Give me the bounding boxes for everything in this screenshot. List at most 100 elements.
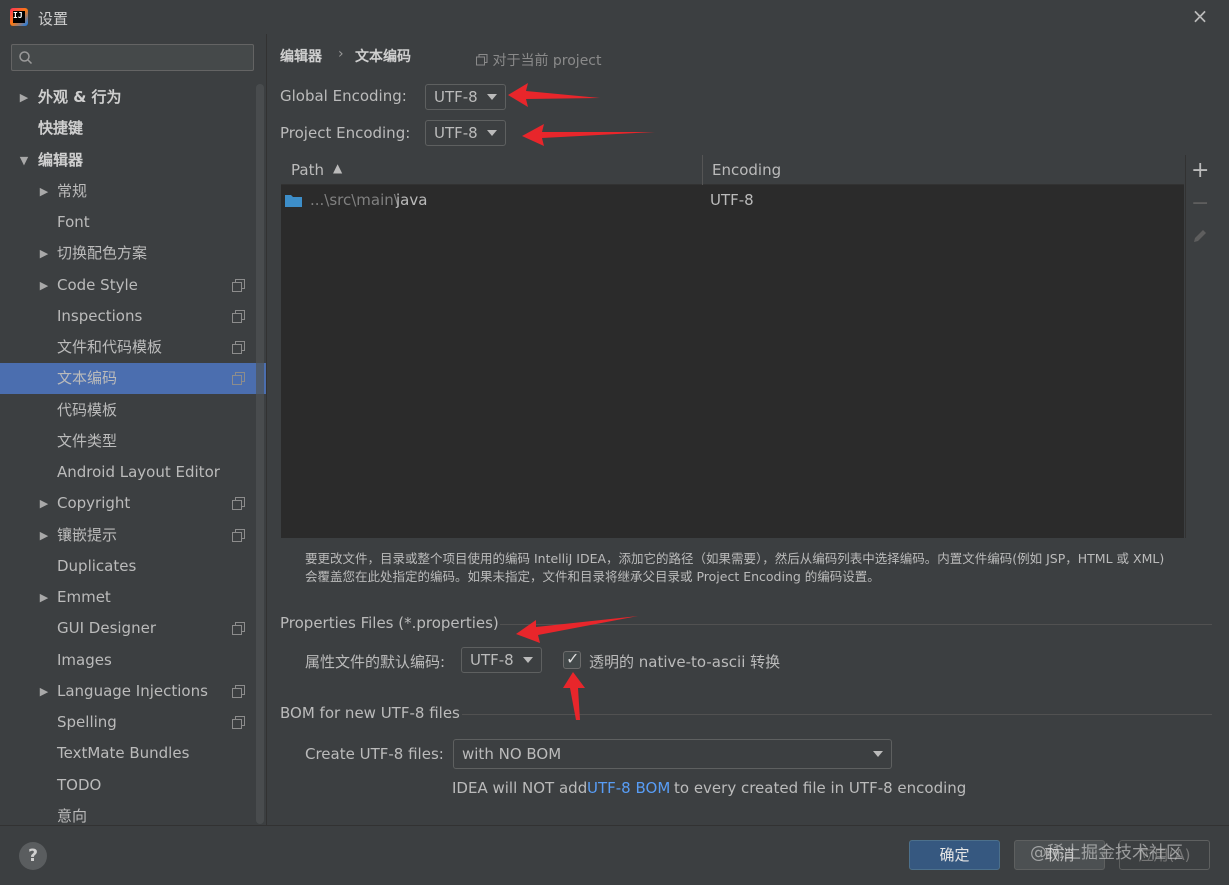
title-bar — [0, 0, 1229, 34]
sidebar-item-label: Inspections — [57, 307, 143, 325]
column-header-path[interactable]: Path — [291, 161, 324, 179]
sidebar-item[interactable]: TODO — [0, 770, 256, 801]
project-scope-icon — [232, 341, 245, 354]
edit-pencil-icon[interactable] — [1191, 227, 1209, 245]
collapsed-arrow-icon[interactable]: ▶ — [38, 676, 50, 707]
project-encoding-value: UTF-8 — [434, 124, 478, 142]
annotation-arrow-properties — [516, 616, 638, 643]
sidebar-item-label: Android Layout Editor — [57, 463, 220, 481]
column-header-encoding[interactable]: Encoding — [712, 161, 781, 179]
sidebar-item[interactable]: Inspections — [0, 301, 256, 332]
properties-encoding-value: UTF-8 — [470, 651, 514, 669]
breadcrumb-separator: › — [338, 46, 344, 62]
bom-section-title: BOM for new UTF-8 files — [280, 704, 460, 722]
search-input[interactable] — [11, 44, 254, 71]
annotation-arrow-checkbox — [563, 672, 585, 720]
sidebar-item[interactable]: 代码模板 — [0, 395, 256, 426]
row-encoding[interactable]: UTF-8 — [710, 191, 754, 209]
collapsed-arrow-icon[interactable]: ▶ — [18, 82, 30, 113]
utf8-bom-link[interactable]: UTF-8 BOM — [587, 779, 670, 797]
row-path-file[interactable]: java — [396, 191, 427, 209]
project-scope-icon — [232, 622, 245, 635]
sidebar-item-label: 编辑器 — [38, 151, 84, 169]
bom-select[interactable]: with NO BOM — [453, 739, 892, 769]
column-divider[interactable] — [702, 155, 703, 185]
sidebar-item[interactable]: ▶ 镶嵌提示 — [0, 520, 256, 551]
sidebar-item-label: 快捷键 — [38, 119, 84, 137]
sidebar-item[interactable]: 快捷键 — [0, 113, 256, 144]
sidebar-item[interactable]: ▶ 常规 — [0, 176, 256, 207]
page-title: 文本编码 — [355, 49, 411, 65]
sidebar-item[interactable]: ▼ 编辑器 — [0, 145, 256, 176]
sidebar-item[interactable]: ▶ 外观 & 行为 — [0, 82, 256, 113]
properties-default-label: 属性文件的默认编码: — [305, 653, 446, 671]
breadcrumb-parent[interactable]: 编辑器 — [280, 46, 322, 66]
sidebar-scrollbar[interactable] — [256, 84, 264, 824]
sidebar-item-label: 文件类型 — [57, 432, 118, 450]
create-utf8-label: Create UTF-8 files: — [305, 745, 444, 763]
project-scope-note: 对于当前 project — [476, 50, 602, 70]
intellij-logo-icon: IJ — [10, 8, 28, 26]
collapsed-arrow-icon[interactable]: ▶ — [38, 238, 50, 269]
collapsed-arrow-icon[interactable]: ▶ — [38, 176, 50, 207]
sidebar-item-label: Font — [57, 213, 90, 231]
close-icon[interactable]: × — [1190, 6, 1210, 26]
sidebar-item-label: Duplicates — [57, 557, 137, 575]
global-encoding-label: Global Encoding: — [280, 87, 407, 105]
sidebar-item[interactable]: GUI Designer — [0, 613, 256, 644]
sidebar-item[interactable]: Duplicates — [0, 551, 256, 582]
folder-icon — [285, 195, 302, 207]
dropdown-caret-icon — [523, 657, 533, 663]
sidebar-item[interactable]: Spelling — [0, 707, 256, 738]
collapsed-arrow-icon[interactable]: ▶ — [38, 488, 50, 519]
global-encoding-select[interactable]: UTF-8 — [425, 84, 506, 110]
sidebar-item-label: Copyright — [57, 494, 131, 512]
bom-select-value: with NO BOM — [462, 745, 562, 763]
path-encoding-table[interactable] — [281, 155, 1184, 538]
collapsed-arrow-icon[interactable]: ▶ — [38, 582, 50, 613]
collapsed-arrow-icon[interactable]: ▶ — [38, 520, 50, 551]
sidebar-item[interactable]: ▶ 切换配色方案 — [0, 238, 256, 269]
sort-ascending-icon: ▲ — [333, 161, 343, 175]
ok-button[interactable]: 确定 — [909, 840, 1000, 870]
section-divider — [462, 714, 1212, 715]
sidebar-item-label: GUI Designer — [57, 619, 156, 637]
project-scope-icon — [232, 310, 245, 323]
sidebar-item-label: TODO — [57, 776, 102, 794]
sidebar-item[interactable]: ▶ Code Style — [0, 270, 256, 301]
sidebar-item[interactable]: 文件和代码模板 — [0, 332, 256, 363]
properties-encoding-select[interactable]: UTF-8 — [461, 647, 542, 673]
sidebar-item-label: 切换配色方案 — [57, 244, 148, 262]
help-icon[interactable]: ? — [19, 842, 47, 870]
sidebar-item[interactable]: 文本编码 — [0, 363, 266, 394]
sidebar-item[interactable]: ▶ Copyright — [0, 488, 256, 519]
search-icon — [19, 51, 33, 65]
project-encoding-label: Project Encoding: — [280, 124, 411, 142]
sidebar-item-label: 常规 — [57, 182, 88, 200]
add-icon[interactable]: + — [1191, 160, 1209, 182]
sidebar-item[interactable]: Images — [0, 645, 256, 676]
project-encoding-select[interactable]: UTF-8 — [425, 120, 506, 146]
window-title: 设置 — [38, 10, 69, 28]
expanded-arrow-icon[interactable]: ▼ — [18, 145, 30, 176]
sidebar-item[interactable]: ▶ Emmet — [0, 582, 256, 613]
collapsed-arrow-icon[interactable]: ▶ — [38, 270, 50, 301]
row-path-prefix[interactable]: ...\src\main\ — [310, 191, 399, 209]
remove-icon[interactable]: − — [1191, 193, 1209, 215]
sidebar-item[interactable]: TextMate Bundles — [0, 738, 256, 769]
annotation-arrow-global — [508, 83, 600, 107]
dropdown-caret-icon — [873, 751, 883, 757]
sidebar-item-label: 镶嵌提示 — [57, 526, 118, 544]
bom-note-text-end: to every created file in UTF-8 encoding — [674, 779, 967, 797]
sidebar-item[interactable]: ▶ Language Injections — [0, 676, 256, 707]
sidebar-item[interactable]: Android Layout Editor — [0, 457, 256, 488]
dropdown-caret-icon — [487, 130, 497, 136]
project-scope-label: 对于当前 project — [492, 53, 602, 69]
native-to-ascii-label[interactable]: 透明的 native-to-ascii 转换 — [589, 651, 780, 672]
project-scope-icon — [232, 529, 245, 542]
sidebar-item-label: Language Injections — [57, 682, 208, 700]
sidebar-item-label: 文件和代码模板 — [57, 338, 163, 356]
sidebar-item[interactable]: Font — [0, 207, 256, 238]
sidebar-item[interactable]: 文件类型 — [0, 426, 256, 457]
sidebar-item-label: Spelling — [57, 713, 117, 731]
